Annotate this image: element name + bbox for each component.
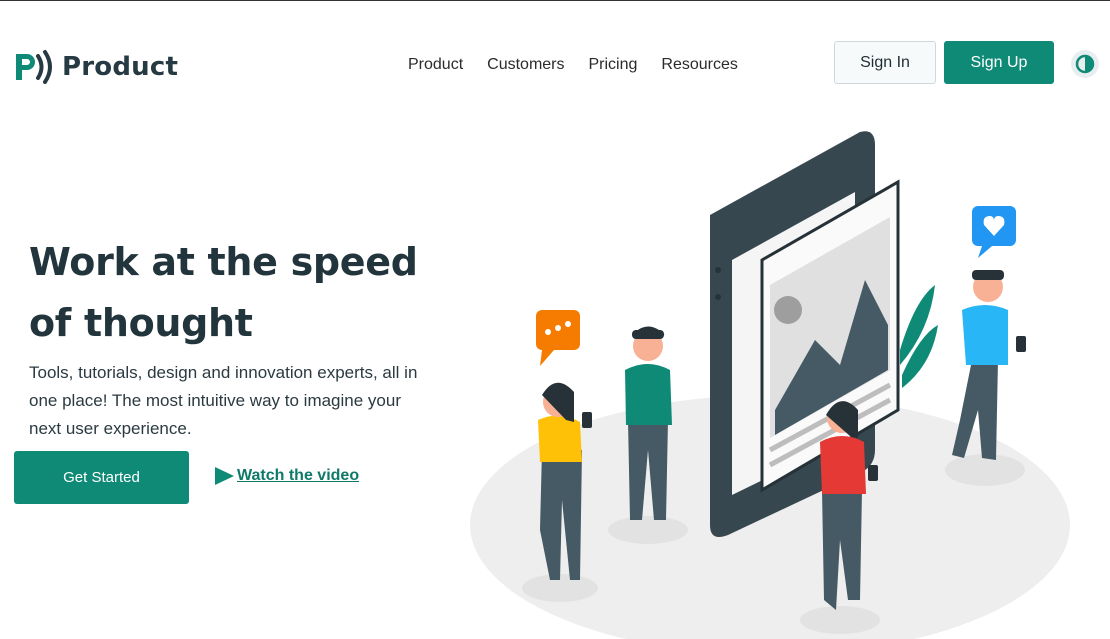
top-border [0,0,1110,1]
person-blue-shirt [952,270,1026,460]
shadow-ellipse [608,516,688,544]
shadow-ellipse [945,454,1025,486]
shadow-ellipse [800,606,880,634]
hero-subtitle: Tools, tutorials, design and innovation … [29,363,418,438]
chat-bubble-icon [536,310,580,366]
nav-item-product[interactable]: Product [408,56,463,74]
play-icon [215,467,234,485]
watch-video-link[interactable]: Watch the video [213,466,359,486]
brand-logo[interactable]: Product [14,48,178,86]
brand-name: Product [62,52,179,82]
logo-icon [16,50,52,84]
sign-in-button[interactable]: Sign In [834,41,936,84]
hero-illustration [470,131,1070,639]
heart-bubble-icon [972,206,1016,258]
contrast-icon [1075,54,1095,74]
theme-toggle-button[interactable] [1071,50,1099,78]
nav-item-pricing[interactable]: Pricing [589,56,638,74]
main-nav: Product Customers Pricing Resources [408,56,762,74]
get-started-button[interactable]: Get Started [14,451,189,504]
nav-item-resources[interactable]: Resources [661,56,737,74]
watch-video-label: Watch the video [237,467,360,484]
nav-item-customers[interactable]: Customers [487,56,564,74]
hero-title: Work at the speed of thought [29,240,418,345]
sign-up-button[interactable]: Sign Up [944,41,1054,84]
